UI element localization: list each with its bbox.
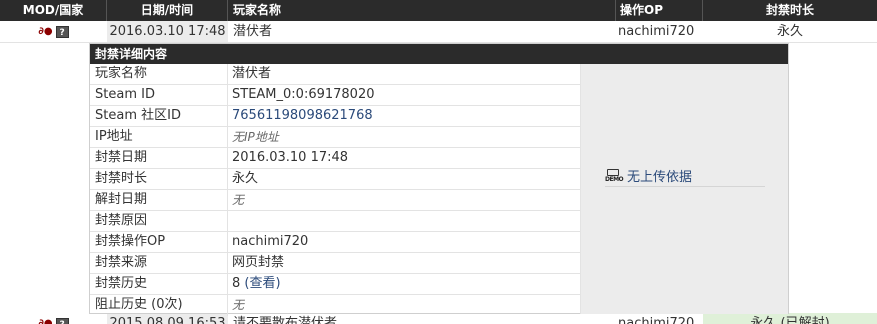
detail-key: 封禁时长	[90, 169, 228, 189]
detail-row-ban-op: 封禁操作OP nachimi720	[90, 232, 580, 253]
detail-value: 永久	[232, 171, 259, 186]
detail-row-ban-source: 封禁来源 网页封禁	[90, 253, 580, 274]
ban-history-count: 8	[232, 276, 241, 291]
detail-key: Steam 社区ID	[90, 106, 228, 126]
length-cell: 永久	[776, 24, 803, 39]
detail-value: 网页封禁	[232, 255, 285, 270]
detail-value: 无	[232, 298, 245, 312]
mod-icon: ∂●	[38, 26, 53, 37]
detail-row-unban-date: 解封日期 无	[90, 190, 580, 211]
detail-row-player-name: 玩家名称 潜伏者	[90, 64, 580, 85]
detail-value: nachimi720	[232, 234, 309, 249]
detail-key: Steam ID	[90, 85, 228, 105]
detail-value: 潜伏者	[232, 66, 272, 81]
demo-icon-text: DEMO	[605, 175, 624, 183]
unknown-country-icon: ?	[55, 317, 69, 324]
detail-key: 解封日期	[90, 190, 228, 210]
header-op: 操作OP	[616, 0, 703, 21]
unknown-country-icon: ?	[55, 25, 69, 38]
view-history-link[interactable]: (查看)	[244, 276, 280, 291]
ban-table-header: MOD/国家 日期/时间 玩家名称 操作OP 封禁时长	[0, 0, 877, 21]
player-cell: 潜伏者	[233, 24, 273, 39]
detail-value: 8 (查看)	[228, 274, 580, 294]
ban-detail-panel: 封禁详细内容 玩家名称 潜伏者 Steam ID STEAM_0:0:69178…	[89, 43, 789, 316]
detail-key: IP地址	[90, 127, 228, 147]
detail-row-steam-id: Steam ID STEAM_0:0:69178020	[90, 85, 580, 106]
detail-row-ban-length: 封禁时长 永久	[90, 169, 580, 190]
detail-value: 无	[232, 193, 245, 207]
detail-value: 无IP地址	[232, 130, 279, 144]
detail-table: 玩家名称 潜伏者 Steam ID STEAM_0:0:69178020 Ste…	[90, 64, 580, 316]
date-cell: 2016.03.10 17:48	[107, 21, 228, 42]
detail-key: 阻止历史 (0次)	[90, 295, 228, 316]
detail-row-ban-history: 封禁历史 8 (查看)	[90, 274, 580, 295]
detail-row-community-id: Steam 社区ID 76561198098621768	[90, 106, 580, 127]
header-player-name: 玩家名称	[228, 0, 616, 21]
detail-row-ip: IP地址 无IP地址	[90, 127, 580, 148]
demo-icon: DEMO	[605, 168, 624, 183]
community-id-link[interactable]: 76561198098621768	[228, 106, 580, 126]
table-row[interactable]: ∂● ? 2016.03.10 17:48 潜伏者 nachimi720 永久	[0, 21, 877, 43]
detail-key: 封禁来源	[90, 253, 228, 273]
detail-key: 玩家名称	[90, 64, 228, 84]
detail-title: 封禁详细内容	[90, 44, 788, 64]
divider	[605, 186, 765, 187]
no-evidence-link[interactable]: DEMO 无上传依据	[605, 166, 692, 185]
detail-key: 封禁原因	[90, 211, 228, 231]
header-mod-country: MOD/国家	[0, 0, 107, 21]
detail-value	[228, 211, 580, 231]
detail-value: STEAM_0:0:69178020	[232, 87, 375, 102]
mod-icon: ∂●	[38, 318, 53, 324]
detail-key: 封禁操作OP	[90, 232, 228, 252]
header-ban-length: 封禁时长	[703, 0, 877, 21]
detail-key: 封禁日期	[90, 148, 228, 168]
detail-row-ban-date: 封禁日期 2016.03.10 17:48	[90, 148, 580, 169]
evidence-panel: DEMO 无上传依据	[580, 64, 788, 314]
detail-row-reason: 封禁原因	[90, 211, 580, 232]
header-datetime: 日期/时间	[107, 0, 228, 21]
detail-value: 2016.03.10 17:48	[232, 150, 349, 165]
evidence-label: 无上传依据	[627, 170, 693, 185]
detail-key: 封禁历史	[90, 274, 228, 294]
op-cell: nachimi720	[618, 24, 695, 39]
detail-row-block-history: 阻止历史 (0次) 无	[90, 295, 580, 316]
mod-country-cell: ∂● ?	[0, 21, 107, 42]
